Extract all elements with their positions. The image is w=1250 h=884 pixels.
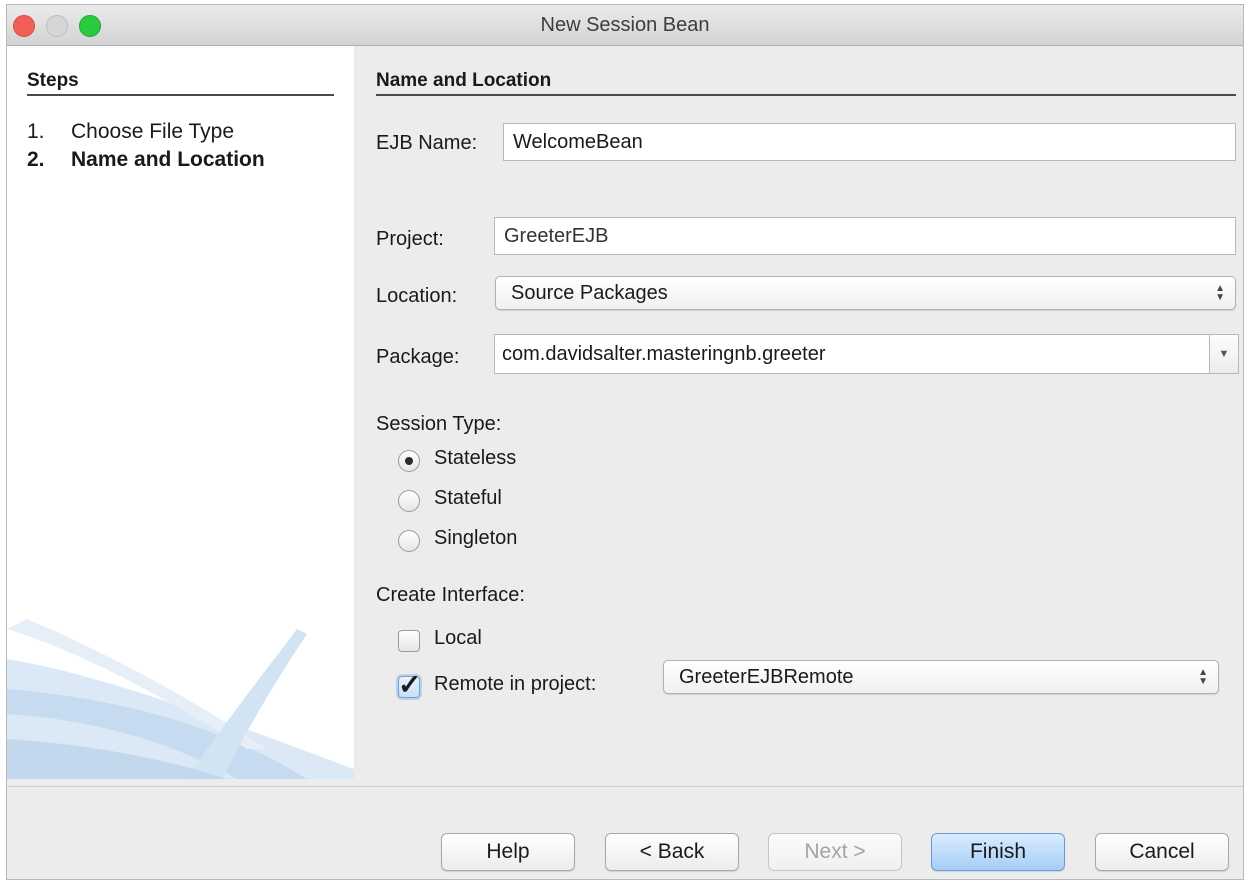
checkmark-icon: ✓ — [398, 669, 422, 700]
name-and-location-panel: Name and Location EJB Name: WelcomeBean … — [354, 46, 1243, 779]
location-select[interactable]: Source Packages ▲ ▼ — [495, 276, 1236, 310]
location-label: Location: — [376, 285, 458, 307]
next-button[interactable]: Next > — [768, 833, 902, 871]
cancel-button[interactable]: Cancel — [1095, 833, 1229, 871]
steps-divider — [27, 94, 334, 96]
step-number: 1. — [27, 120, 45, 143]
checkbox-label: Local — [434, 627, 482, 649]
session-type-label: Session Type: — [376, 413, 502, 435]
new-session-bean-dialog: New Session Bean Steps 1. Choose File Typ… — [6, 4, 1244, 880]
project-field: GreeterEJB — [494, 217, 1236, 255]
radio-button[interactable] — [398, 530, 420, 552]
steps-heading: Steps — [27, 70, 79, 91]
radio-button-selected[interactable] — [398, 450, 420, 472]
window-title: New Session Bean — [540, 14, 710, 36]
step-label: Choose File Type — [71, 120, 235, 143]
ejb-name-field[interactable]: WelcomeBean — [503, 123, 1236, 161]
step-name-and-location: 2. Name and Location — [27, 148, 265, 172]
checkbox[interactable] — [398, 630, 420, 652]
radio-label: Stateful — [434, 487, 502, 509]
updown-arrows-icon: ▲ ▼ — [1215, 283, 1225, 303]
button-bar-divider — [7, 786, 1243, 787]
steps-panel: Steps 1. Choose File Type 2. Name and Loca… — [7, 46, 354, 779]
step-choose-file-type: 1. Choose File Type — [27, 120, 234, 144]
back-button[interactable]: < Back — [605, 833, 739, 871]
remote-project-select[interactable]: GreeterEJBRemote ▲ ▼ — [663, 660, 1219, 694]
step-number: 2. — [27, 148, 45, 171]
finish-button[interactable]: Finish — [931, 833, 1065, 871]
section-divider — [376, 94, 1236, 96]
checkbox-label: Remote in project: — [434, 673, 597, 695]
chevron-down-icon: ▼ — [1218, 348, 1230, 360]
radio-label: Singleton — [434, 527, 518, 549]
section-title: Name and Location — [376, 70, 552, 91]
location-value: Source Packages — [511, 282, 668, 304]
package-combo-field[interactable]: com.davidsalter.masteringnb.greeter — [494, 334, 1209, 374]
netbeans-swoosh-graphic — [7, 619, 354, 779]
radio-button[interactable] — [398, 490, 420, 512]
step-label: Name and Location — [71, 148, 265, 171]
updown-arrows-icon: ▲ ▼ — [1198, 667, 1208, 687]
package-label: Package: — [376, 346, 460, 368]
create-interface-label: Create Interface: — [376, 584, 525, 606]
package-dropdown-button[interactable]: ▼ — [1209, 334, 1239, 374]
checkbox-checked[interactable]: ✓ — [398, 671, 421, 699]
project-label: Project: — [376, 228, 444, 250]
help-button[interactable]: Help — [441, 833, 575, 871]
radio-label: Stateless — [434, 447, 517, 469]
ejb-name-label: EJB Name: — [376, 132, 478, 154]
remote-project-value: GreeterEJBRemote — [679, 666, 854, 688]
title-bar[interactable]: New Session Bean — [7, 5, 1243, 46]
